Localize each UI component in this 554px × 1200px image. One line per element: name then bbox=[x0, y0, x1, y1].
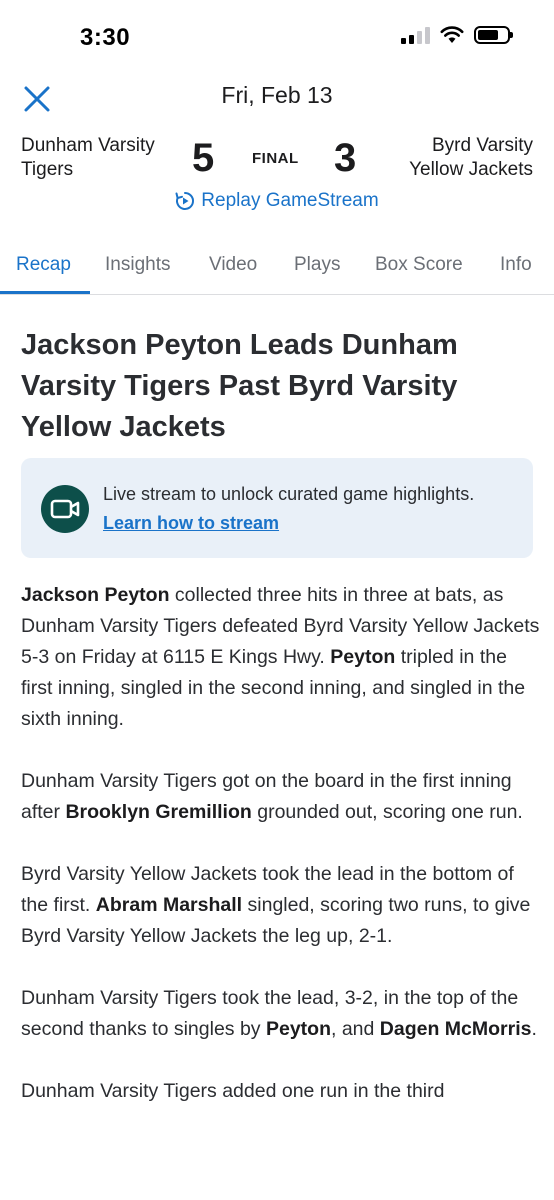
status-time: 3:30 bbox=[80, 24, 131, 51]
tab-box-score[interactable]: Box Score bbox=[375, 254, 463, 276]
tab-insights[interactable]: Insights bbox=[105, 254, 170, 276]
player-name: Brooklyn Gremillion bbox=[65, 801, 252, 823]
wifi-icon bbox=[440, 26, 464, 43]
player-name: Peyton bbox=[330, 646, 396, 668]
replay-icon bbox=[175, 192, 195, 210]
player-name: Dagen McMorris bbox=[379, 1018, 532, 1040]
recap-paragraph: Byrd Varsity Yellow Jackets took the lea… bbox=[21, 859, 543, 952]
recap-paragraph: Jackson Peyton collected three hits in t… bbox=[21, 580, 543, 735]
banner-text: Live stream to unlock curated game highl… bbox=[103, 480, 513, 538]
header: Fri, Feb 13 bbox=[0, 76, 554, 118]
paragraph-text: grounded out, scoring one run. bbox=[251, 801, 523, 823]
away-team-name[interactable]: Byrd Varsity Yellow Jackets bbox=[409, 134, 533, 182]
active-tab-indicator bbox=[0, 291, 90, 294]
home-team-name[interactable]: Dunham Varsity Tigers bbox=[21, 134, 155, 182]
player-name: Abram Marshall bbox=[95, 894, 243, 916]
player-name: Jackson Peyton bbox=[21, 584, 170, 606]
live-stream-banner: Live stream to unlock curated game highl… bbox=[21, 458, 533, 558]
replay-gamestream-button[interactable]: Replay GameStream bbox=[0, 190, 554, 212]
tab-plays[interactable]: Plays bbox=[294, 254, 340, 276]
video-camera-icon bbox=[41, 485, 89, 533]
paragraph-text: Dunham Varsity Tigers added one run in t… bbox=[21, 1080, 445, 1102]
recap-paragraph: Dunham Varsity Tigers took the lead, 3-2… bbox=[21, 983, 543, 1045]
home-team-line2: Tigers bbox=[21, 159, 74, 180]
status-icons bbox=[401, 26, 513, 44]
away-team-line2: Yellow Jackets bbox=[409, 159, 533, 180]
learn-how-to-stream-link[interactable]: Learn how to stream bbox=[103, 513, 279, 533]
recap-article: Jackson Peyton collected three hits in t… bbox=[21, 580, 543, 1138]
cellular-signal-icon bbox=[401, 26, 430, 44]
replay-label: Replay GameStream bbox=[201, 190, 379, 211]
away-score: 3 bbox=[334, 136, 357, 180]
status-bar: 3:30 bbox=[0, 0, 554, 76]
recap-paragraph: Dunham Varsity Tigers added one run in t… bbox=[21, 1076, 543, 1107]
home-score: 5 bbox=[192, 136, 215, 180]
tab-recap[interactable]: Recap bbox=[16, 254, 71, 276]
game-date: Fri, Feb 13 bbox=[221, 82, 333, 108]
banner-message: Live stream to unlock curated game highl… bbox=[103, 484, 475, 504]
away-team-line1: Byrd Varsity bbox=[431, 135, 533, 156]
tab-info[interactable]: Info bbox=[500, 254, 532, 276]
paragraph-text: . bbox=[531, 1018, 537, 1040]
battery-icon bbox=[474, 26, 513, 44]
tab-bar: Recap Insights Video Plays Box Score Inf… bbox=[0, 238, 554, 295]
home-team-line1: Dunham Varsity bbox=[21, 135, 155, 156]
recap-headline: Jackson Peyton Leads Dunham Varsity Tige… bbox=[21, 329, 458, 443]
paragraph-text: , and bbox=[331, 1018, 380, 1040]
tab-video[interactable]: Video bbox=[209, 254, 257, 276]
player-name: Peyton bbox=[265, 1018, 331, 1040]
recap-paragraph: Dunham Varsity Tigers got on the board i… bbox=[21, 766, 543, 828]
game-status: FINAL bbox=[252, 150, 299, 167]
scoreboard: Dunham Varsity Tigers 5 FINAL 3 Byrd Var… bbox=[0, 134, 554, 184]
